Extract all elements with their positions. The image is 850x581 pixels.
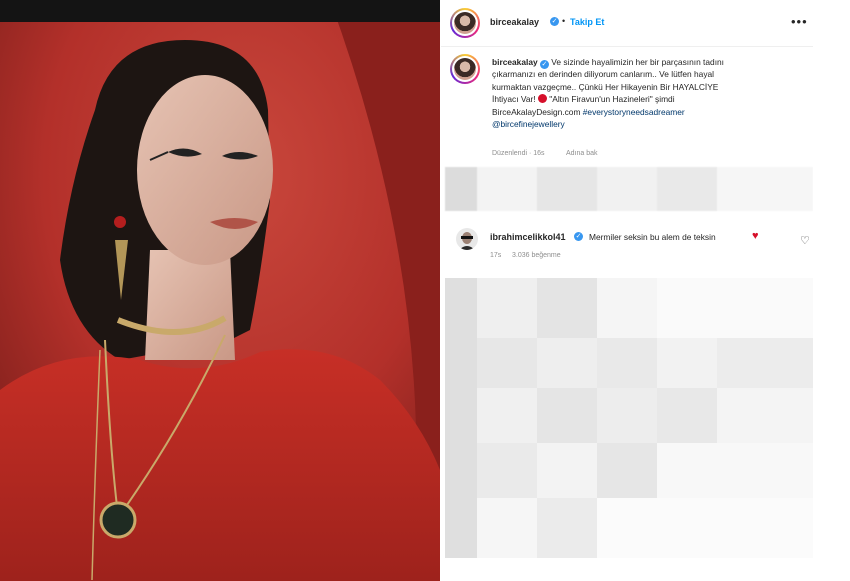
red-circle-emoji-icon <box>537 94 547 104</box>
page-margin <box>813 0 850 581</box>
follow-button[interactable]: Takip Et <box>570 17 604 27</box>
comment-text: Mermiler seksin bu alem de teksin <box>589 232 716 242</box>
heart-emoji-icon: ♥ <box>752 230 759 242</box>
caption-line-4b: "Altın Firavun'un Hazineleri" şimdi <box>546 94 675 105</box>
post-caption: birceakalay ✓ Ve sizinde hayalimizin her… <box>492 56 792 130</box>
verified-icon: ✓ <box>550 17 559 26</box>
caption-mention[interactable]: @bircefinejewellery <box>492 118 792 130</box>
photo-top-bar <box>0 0 440 22</box>
like-comment-icon[interactable]: ♡ <box>800 234 810 247</box>
separator-dot: • <box>562 16 566 26</box>
translate-button[interactable]: Adına bak <box>566 150 598 157</box>
caption-line-4a: İhtiyacı Var! <box>492 94 538 105</box>
caption-hashtag[interactable]: #everystoryneedsadreamer <box>583 107 685 117</box>
comment-time: 17s <box>490 252 502 259</box>
author-avatar[interactable] <box>450 8 480 38</box>
caption-link[interactable]: BirceAkalayDesign.com <box>492 107 583 117</box>
caption-line-2: çıkarmanızı en derinden diliyorum canlar… <box>492 69 715 80</box>
blurred-comments-area <box>445 278 813 558</box>
caption-line-1: Ve sizinde hayalimizin her bir parçasını… <box>551 57 725 67</box>
caption-edited-time: Düzenlendi · 16s <box>492 150 545 157</box>
caption-verified-icon: ✓ <box>539 60 549 69</box>
more-options-icon[interactable]: ••• <box>791 14 808 29</box>
commenter-username[interactable]: ibrahimcelikkol41 <box>490 232 566 242</box>
blurred-comment <box>445 167 813 211</box>
caption-line-3: kurmaktan vazgeçme.. Çünkü Her Hikayenin… <box>492 81 719 92</box>
commenter-avatar[interactable] <box>456 228 478 250</box>
author-username[interactable]: birceakalay <box>490 17 539 27</box>
post-header: birceakalay ✓ • Takip Et ••• <box>441 0 813 47</box>
comment-likes[interactable]: 3.036 beğenme <box>512 252 561 259</box>
caption-username[interactable]: birceakalay <box>492 57 538 67</box>
post-panel: birceakalay ✓ • Takip Et ••• birceakalay… <box>441 0 813 581</box>
caption-avatar[interactable] <box>450 54 480 84</box>
post-photo[interactable] <box>0 0 440 581</box>
portrait-image <box>0 0 440 581</box>
commenter-verified-icon: ✓ <box>574 232 583 241</box>
